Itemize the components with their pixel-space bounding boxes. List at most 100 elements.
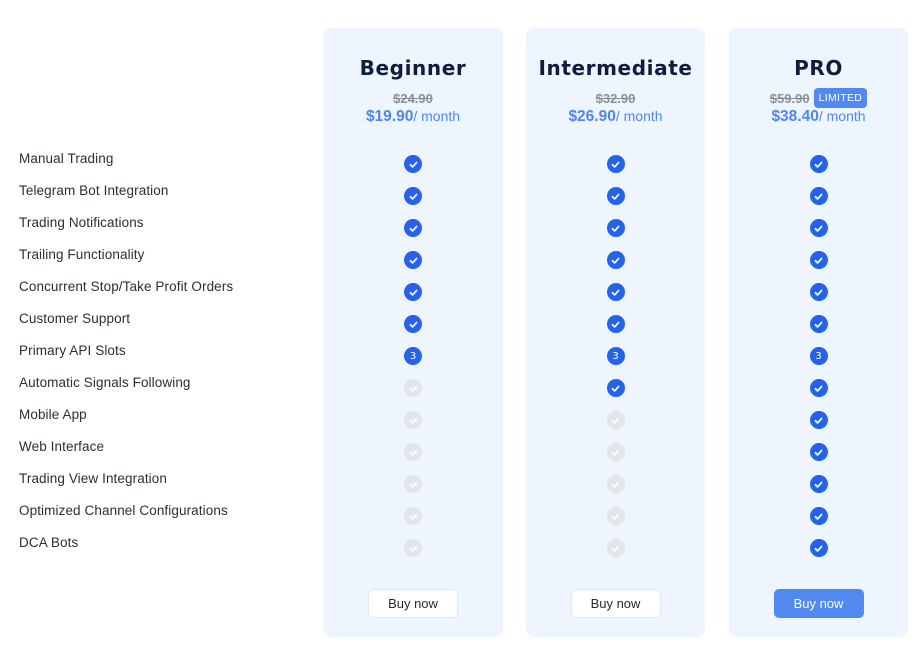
plan-card-pro: PRO $59.90 LIMITED $38.40/ month 3 Buy n… bbox=[729, 28, 908, 637]
plan-name: Beginner bbox=[359, 56, 467, 80]
feature-cell bbox=[323, 411, 503, 443]
check-circle-icon bbox=[404, 315, 422, 333]
check-circle-icon bbox=[606, 187, 625, 205]
feature-cell bbox=[526, 251, 705, 283]
check-circle-icon bbox=[809, 283, 828, 301]
check-circle-icon bbox=[606, 315, 625, 333]
feature-label: Trailing Functionality bbox=[19, 247, 145, 262]
check-circle-icon bbox=[809, 315, 828, 333]
check-circle-disabled-icon bbox=[404, 379, 422, 397]
check-circle-disabled-icon bbox=[404, 411, 422, 429]
billing-period: / month bbox=[818, 108, 866, 124]
check-circle-icon bbox=[809, 219, 828, 237]
check-circle-icon bbox=[404, 251, 422, 269]
feature-cell bbox=[323, 187, 503, 219]
check-circle-icon bbox=[809, 443, 828, 461]
feature-cell bbox=[526, 315, 705, 347]
feature-cell bbox=[323, 539, 503, 571]
plan-name: Intermediate bbox=[538, 56, 693, 80]
plan-name: PRO bbox=[794, 56, 843, 80]
price-row: $38.40/ month bbox=[729, 108, 908, 126]
feature-label: Primary API Slots bbox=[19, 343, 126, 358]
feature-label: DCA Bots bbox=[19, 535, 79, 550]
feature-cell bbox=[526, 443, 705, 475]
old-price: $24.90 bbox=[393, 90, 433, 106]
feature-label: Web Interface bbox=[19, 439, 105, 454]
feature-cell: 3 bbox=[729, 347, 908, 379]
feature-label: Manual Trading bbox=[19, 151, 114, 166]
check-circle-icon bbox=[606, 219, 625, 237]
check-circle-disabled-icon bbox=[404, 443, 422, 461]
feature-cell bbox=[729, 475, 908, 507]
billing-period: / month bbox=[413, 108, 461, 124]
check-circle-disabled-icon bbox=[606, 443, 625, 461]
feature-cell bbox=[526, 475, 705, 507]
feature-cell bbox=[526, 539, 705, 571]
check-circle-disabled-icon bbox=[404, 507, 422, 525]
check-circle-disabled-icon bbox=[606, 475, 625, 493]
check-circle-disabled-icon bbox=[606, 539, 625, 557]
feature-checks: 3 bbox=[526, 155, 705, 571]
feature-cell bbox=[323, 251, 503, 283]
feature-cell bbox=[729, 379, 908, 411]
feature-cell bbox=[526, 507, 705, 539]
buy-now-button-intermediate[interactable]: Buy now bbox=[570, 589, 661, 618]
buy-now-button-beginner[interactable]: Buy now bbox=[368, 589, 458, 618]
count-badge: 3 bbox=[809, 347, 828, 365]
check-circle-disabled-icon bbox=[606, 411, 625, 429]
feature-cell bbox=[323, 283, 503, 315]
feature-cell bbox=[526, 155, 705, 187]
old-price-row: $59.90 LIMITED bbox=[729, 88, 908, 108]
count-badge: 3 bbox=[606, 347, 625, 365]
check-circle-icon bbox=[809, 507, 828, 525]
feature-cell bbox=[526, 411, 705, 443]
feature-cell bbox=[729, 539, 908, 571]
billing-period: / month bbox=[615, 108, 663, 124]
old-price: $32.90 bbox=[595, 90, 636, 106]
old-price-row: $32.90 bbox=[526, 89, 705, 107]
price-row: $26.90/ month bbox=[526, 108, 705, 126]
check-circle-icon bbox=[809, 155, 828, 173]
count-badge: 3 bbox=[404, 347, 422, 365]
price-row: $19.90/ month bbox=[323, 108, 503, 126]
feature-label: Optimized Channel Configurations bbox=[19, 503, 228, 518]
feature-cell: 3 bbox=[323, 347, 503, 379]
feature-label: Customer Support bbox=[19, 311, 131, 326]
check-circle-icon bbox=[606, 283, 625, 301]
check-circle-icon bbox=[809, 411, 828, 429]
feature-cell bbox=[323, 475, 503, 507]
feature-label: Trading Notifications bbox=[19, 215, 144, 230]
feature-list: Manual Trading Telegram Bot Integration Tr… bbox=[19, 149, 309, 565]
feature-cell bbox=[526, 283, 705, 315]
check-circle-icon bbox=[606, 251, 625, 269]
check-circle-icon bbox=[404, 283, 422, 301]
limited-badge: LIMITED bbox=[813, 88, 868, 108]
check-circle-icon bbox=[809, 475, 828, 493]
feature-label: Mobile App bbox=[19, 407, 87, 422]
plan-card-intermediate: Intermediate $32.90 $26.90/ month 3 Buy … bbox=[526, 28, 705, 637]
feature-checks: 3 bbox=[729, 155, 908, 571]
buy-now-button-pro[interactable]: Buy now bbox=[773, 589, 864, 618]
feature-cell bbox=[526, 219, 705, 251]
feature-cell bbox=[729, 315, 908, 347]
check-circle-icon bbox=[404, 187, 422, 205]
feature-cell bbox=[323, 219, 503, 251]
feature-cell bbox=[729, 411, 908, 443]
check-circle-icon bbox=[404, 155, 422, 173]
feature-cell bbox=[323, 443, 503, 475]
check-circle-disabled-icon bbox=[606, 507, 625, 525]
feature-cell bbox=[526, 379, 705, 411]
feature-cell bbox=[323, 379, 503, 411]
current-price: $38.40 bbox=[771, 108, 819, 125]
check-circle-disabled-icon bbox=[404, 475, 422, 493]
feature-cell bbox=[729, 443, 908, 475]
feature-cell bbox=[729, 283, 908, 315]
old-price: $59.90 bbox=[769, 90, 810, 106]
feature-cell bbox=[729, 187, 908, 219]
feature-cell: 3 bbox=[526, 347, 705, 379]
current-price: $26.90 bbox=[568, 108, 616, 125]
feature-cell bbox=[729, 155, 908, 187]
feature-cell bbox=[323, 155, 503, 187]
plan-card-beginner: Beginner $24.90 $19.90/ month 3 Buy now bbox=[323, 28, 503, 637]
check-circle-icon bbox=[809, 187, 828, 205]
